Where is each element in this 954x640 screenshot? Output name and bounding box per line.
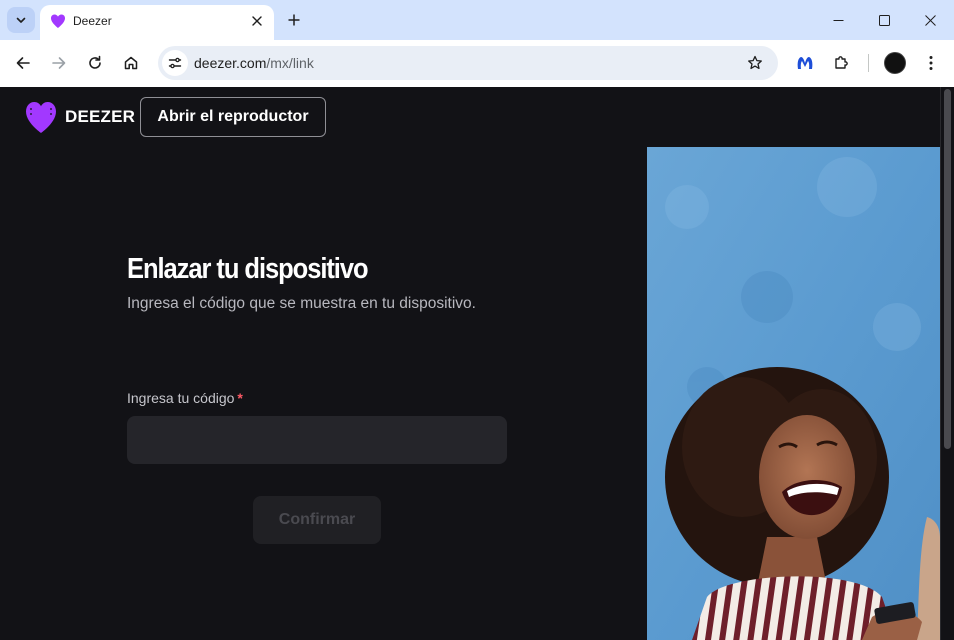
tab-search-icon bbox=[16, 17, 26, 23]
browser-toolbar: deezer.com/mx/link bbox=[0, 40, 954, 87]
code-field-label-text: Ingresa tu código bbox=[127, 390, 235, 406]
reload-icon bbox=[89, 55, 101, 69]
code-field-label: Ingresa tu código * bbox=[127, 390, 243, 406]
window-close-button[interactable] bbox=[907, 0, 953, 40]
tab-close-button[interactable] bbox=[248, 12, 266, 30]
page-scrollbar[interactable] bbox=[940, 87, 954, 640]
back-icon bbox=[16, 57, 30, 69]
maximize-icon bbox=[878, 14, 890, 26]
confirm-button[interactable]: Confirmar bbox=[253, 496, 381, 544]
malwarebytes-extension-button[interactable] bbox=[792, 50, 818, 76]
new-tab-button[interactable] bbox=[282, 8, 306, 32]
bookmark-button[interactable] bbox=[744, 52, 766, 74]
site-info-icon bbox=[168, 57, 182, 69]
maximize-button[interactable] bbox=[861, 0, 907, 40]
forward-button[interactable] bbox=[44, 48, 74, 78]
url-domain: deezer.com bbox=[194, 55, 267, 71]
web-page: DEEZER Abrir el reproductor Enlazar tu d… bbox=[0, 87, 954, 640]
scrollbar-thumb[interactable] bbox=[944, 89, 951, 449]
active-tab[interactable]: Deezer bbox=[40, 5, 274, 40]
minimize-button[interactable] bbox=[815, 0, 861, 40]
extensions-button[interactable] bbox=[828, 50, 854, 76]
deezer-logo-icon bbox=[26, 102, 56, 133]
forward-icon bbox=[52, 57, 66, 69]
tab-title: Deezer bbox=[73, 14, 112, 28]
home-button[interactable] bbox=[116, 48, 146, 78]
deezer-logo[interactable]: DEEZER bbox=[25, 100, 135, 134]
code-input[interactable] bbox=[127, 416, 507, 464]
hero-image bbox=[647, 147, 940, 640]
page-subtitle: Ingresa el código que se muestra en tu d… bbox=[127, 295, 476, 312]
close-icon bbox=[252, 16, 262, 26]
browser-chrome: Deezer deezer.com/mx/link bbox=[0, 0, 954, 87]
kebab-menu-icon bbox=[929, 56, 933, 70]
browser-menu-button[interactable] bbox=[918, 50, 944, 76]
plus-icon bbox=[288, 14, 300, 26]
tab-search-button[interactable] bbox=[7, 7, 35, 33]
star-icon bbox=[748, 55, 762, 70]
toolbar-divider bbox=[868, 54, 869, 72]
url-text: deezer.com/mx/link bbox=[194, 55, 314, 71]
address-bar[interactable]: deezer.com/mx/link bbox=[158, 46, 778, 80]
hero-photo-illustration bbox=[647, 147, 940, 640]
extensions-icon bbox=[835, 56, 848, 69]
open-player-button[interactable]: Abrir el reproductor bbox=[140, 97, 326, 137]
deezer-favicon bbox=[51, 14, 65, 28]
site-info-button[interactable] bbox=[162, 50, 188, 76]
required-indicator: * bbox=[237, 390, 243, 406]
tab-strip: Deezer bbox=[0, 0, 954, 40]
minimize-icon bbox=[833, 19, 843, 21]
reload-button[interactable] bbox=[80, 48, 110, 78]
malwarebytes-icon bbox=[797, 57, 813, 69]
page-content: DEEZER Abrir el reproductor Enlazar tu d… bbox=[1, 87, 940, 640]
page-title: Enlazar tu dispositivo bbox=[127, 253, 369, 285]
url-path: /mx/link bbox=[266, 55, 314, 71]
profile-avatar[interactable] bbox=[884, 52, 906, 74]
home-icon bbox=[124, 56, 138, 70]
window-close-icon bbox=[924, 14, 936, 26]
back-button[interactable] bbox=[8, 48, 38, 78]
logo-wordmark: DEEZER bbox=[65, 107, 136, 126]
